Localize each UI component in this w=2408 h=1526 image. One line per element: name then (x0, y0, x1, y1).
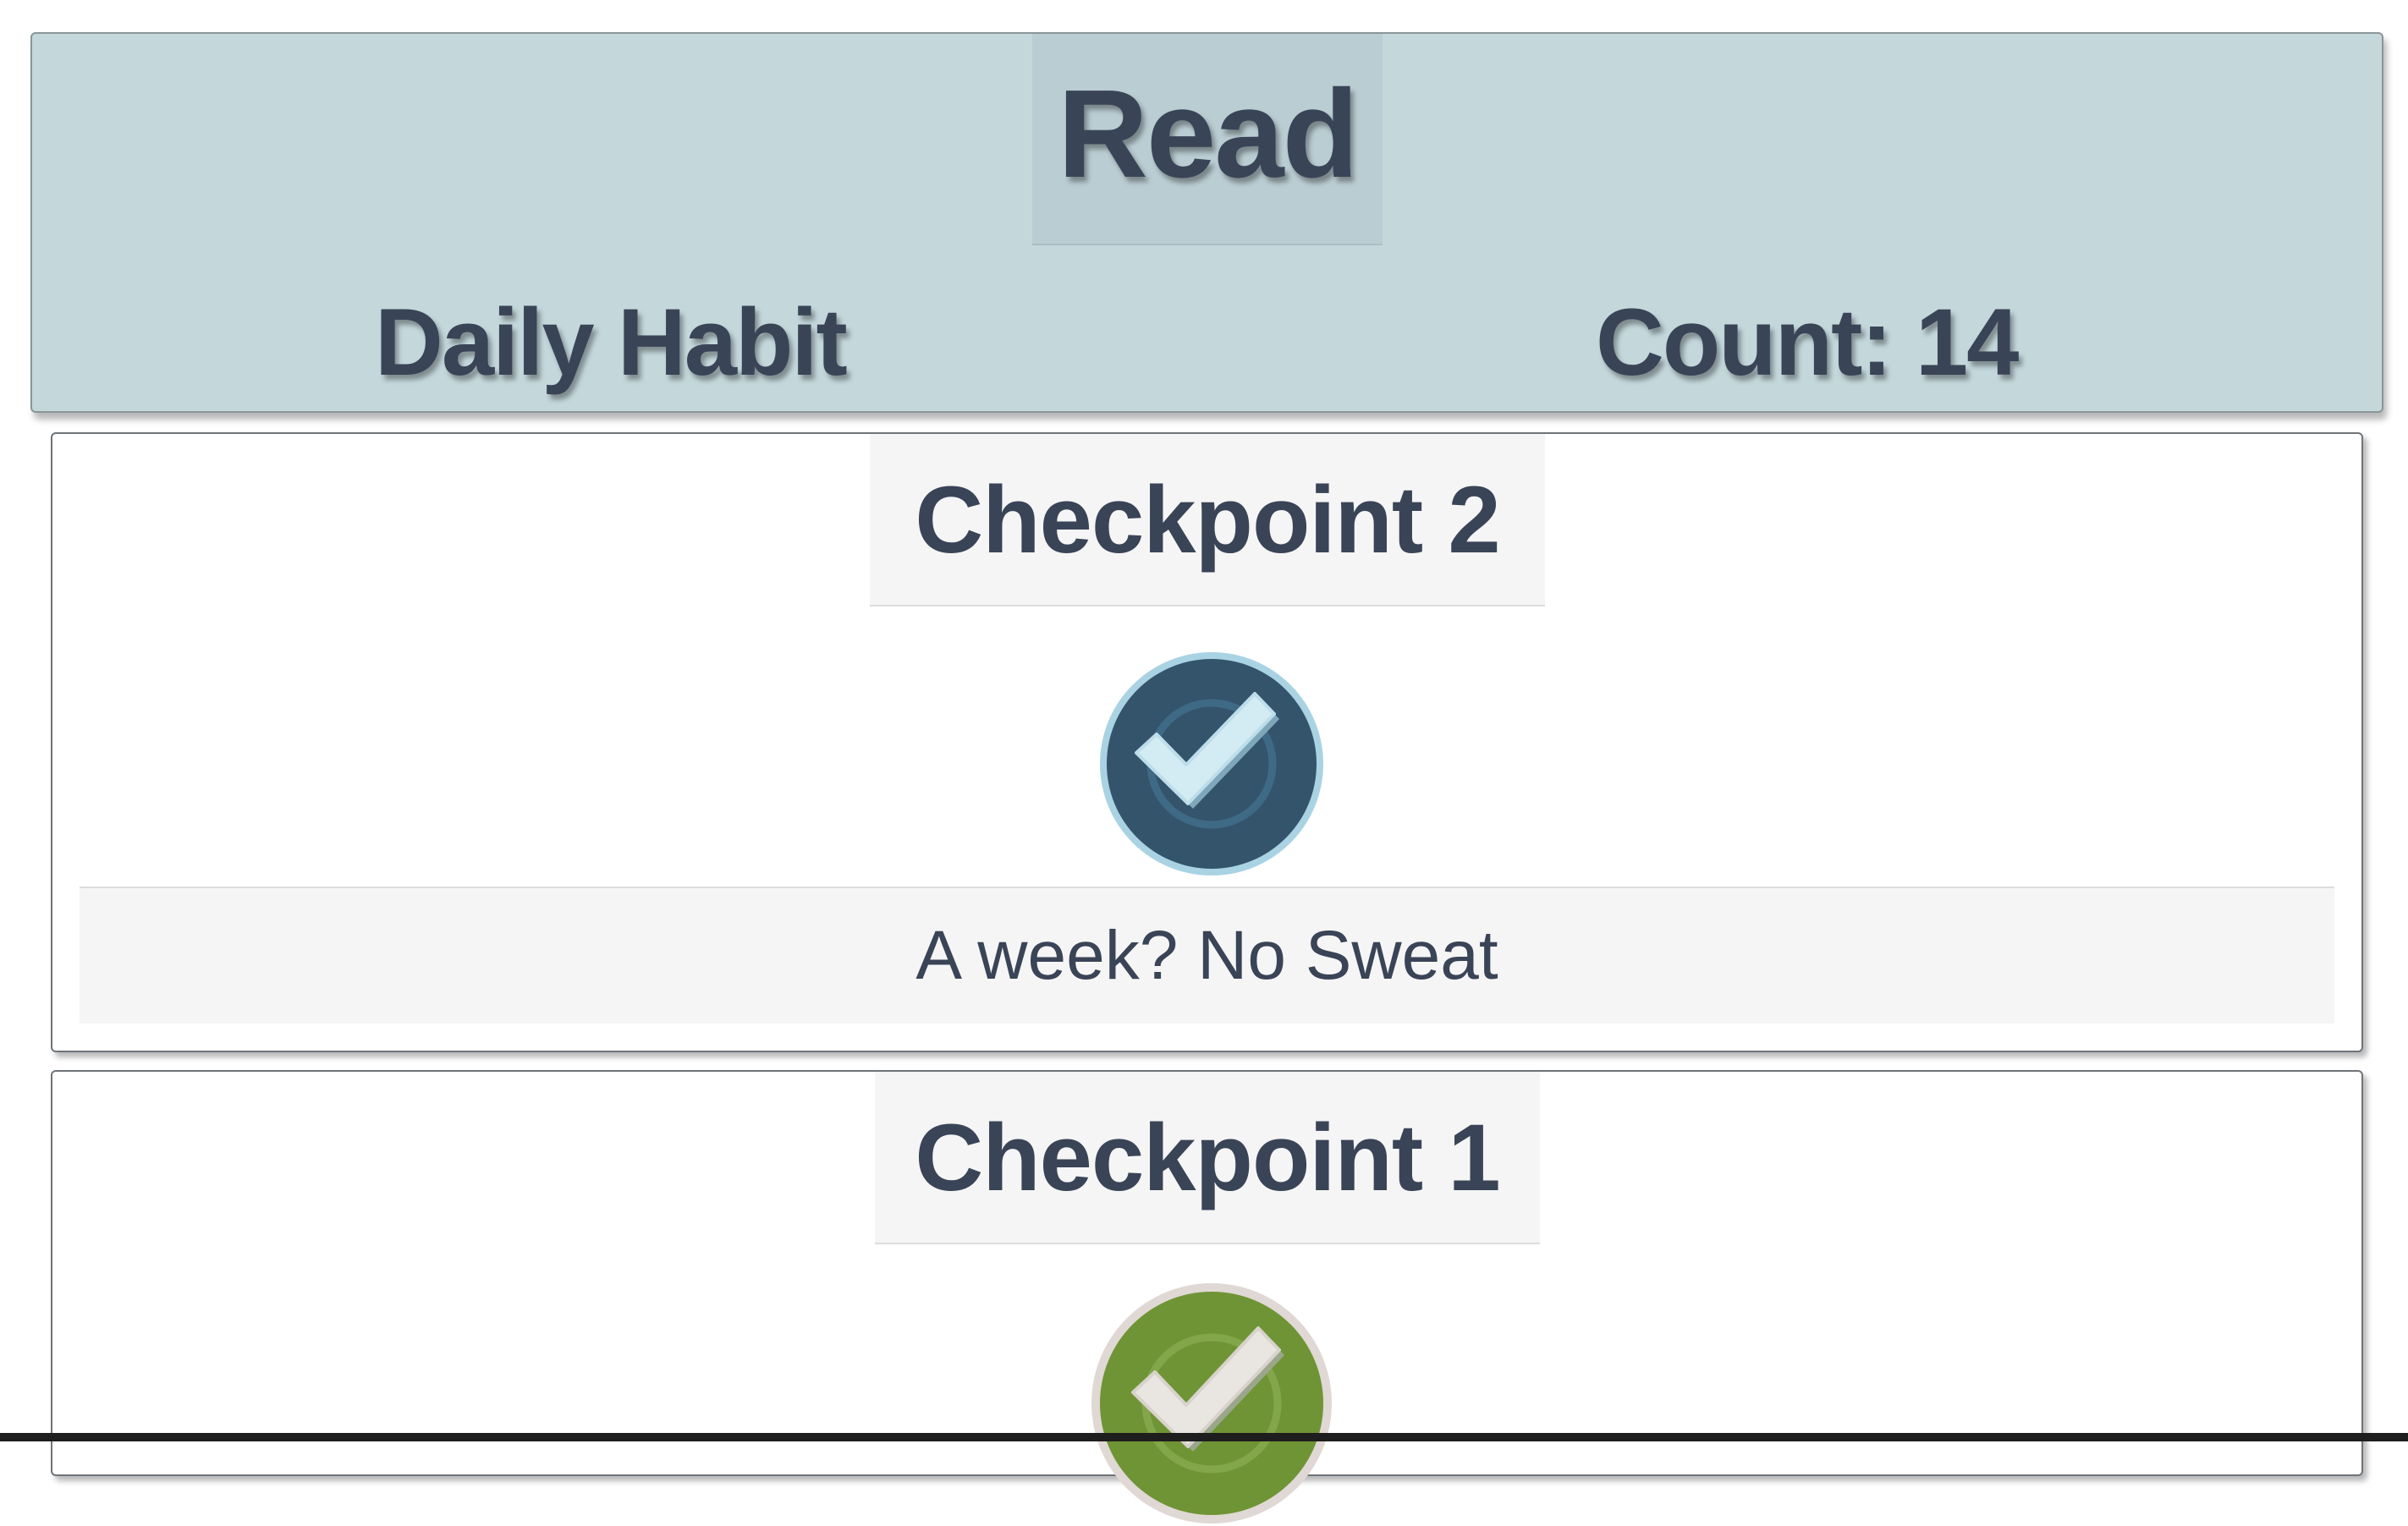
checkpoint-title-box: Checkpoint 2 (870, 434, 1545, 607)
checkmark-badge-icon (1100, 652, 1323, 876)
checkpoint-caption: A week? No Sweat (915, 917, 1498, 994)
checkpoint-card[interactable]: Checkpoint 1 (51, 1070, 2363, 1523)
checkmark-badge-icon (1091, 1283, 1332, 1523)
habit-type-label: Daily Habit (375, 289, 848, 395)
habit-title: Read (1058, 64, 1359, 204)
checkpoint-title: Checkpoint 1 (915, 1104, 1500, 1210)
checkpoint-card[interactable]: Checkpoint 2 A week? No Sweat (51, 432, 2363, 1052)
checkpoint-title: Checkpoint 2 (915, 466, 1500, 573)
habit-count-label: Count: 14 (1596, 289, 2019, 395)
habit-title-box: Read (1032, 34, 1383, 245)
checkpoint-caption-box: A week? No Sweat (80, 887, 2334, 1024)
checkpoint-title-box: Checkpoint 1 (875, 1072, 1540, 1244)
bottom-edge-bar (0, 1433, 2408, 1441)
habit-header-card: Read Daily Habit Count: 14 (30, 32, 2383, 413)
